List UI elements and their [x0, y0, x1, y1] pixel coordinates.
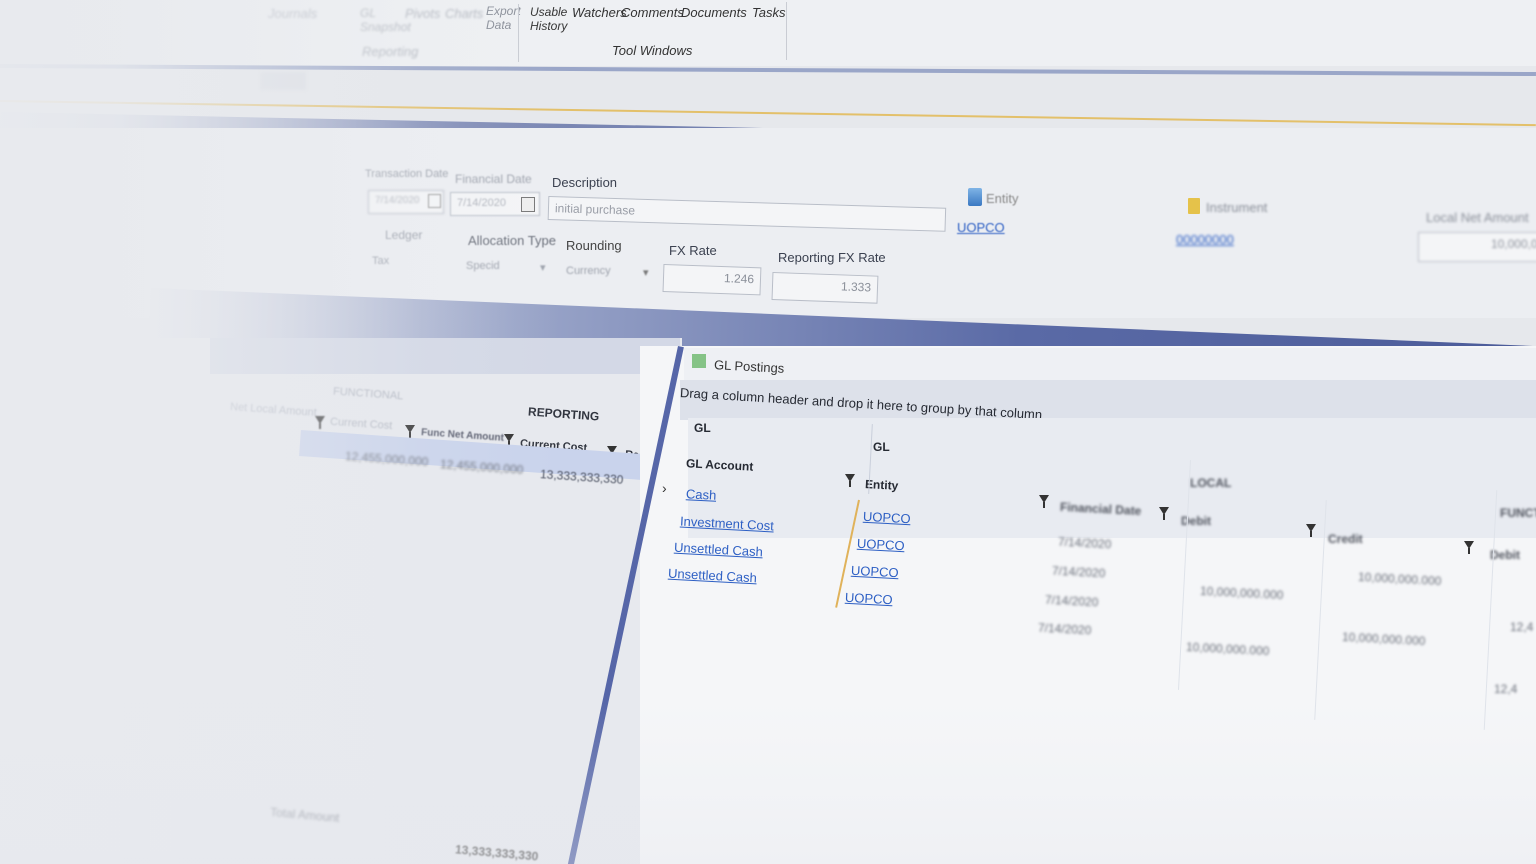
- entity-link[interactable]: UOPCO: [957, 220, 1005, 235]
- transaction-date-label: Transaction Date: [365, 168, 449, 180]
- ribbon-group-tool-windows-label: Tool Windows: [612, 43, 693, 58]
- rounding-label: Rounding: [566, 238, 622, 253]
- ribbon-button-tasks[interactable]: Tasks: [752, 5, 785, 20]
- band-gl-2: GL: [873, 440, 890, 454]
- local-net-amount-label: Local Net Amount: [1426, 210, 1529, 225]
- reporting-fx-rate-field[interactable]: 1.333: [771, 272, 879, 304]
- local-net-amount-field[interactable]: 10,000,000: [1418, 232, 1536, 262]
- filter-icon[interactable]: [1159, 507, 1169, 520]
- ribbon: Journals GL Snapshot Pivots Charts Expor…: [0, 0, 1536, 66]
- fx-rate-field[interactable]: 1.246: [662, 264, 762, 296]
- left-grid-panel: [150, 338, 682, 864]
- fx-rate-label: FX Rate: [669, 243, 717, 258]
- reporting-fx-rate-label: Reporting FX Rate: [778, 250, 886, 265]
- ledger-select[interactable]: Tax: [372, 255, 389, 267]
- band-gl-1: GL: [694, 421, 711, 435]
- row-entity-link[interactable]: UOPCO: [857, 536, 905, 553]
- band-functional: FUNCT: [1500, 506, 1536, 520]
- ledger-label: Ledger: [385, 228, 423, 242]
- chevron-down-icon[interactable]: ▾: [643, 266, 649, 279]
- application-window: Journals GL Snapshot Pivots Charts Expor…: [0, 0, 1536, 864]
- entity-icon: [968, 188, 982, 206]
- entity-label: Entity: [986, 191, 1019, 206]
- financial-date-label: Financial Date: [455, 172, 532, 186]
- instrument-icon: [1188, 198, 1200, 214]
- description-label: Description: [552, 175, 618, 190]
- left-grid-header: [210, 338, 680, 374]
- ribbon-button-watchers[interactable]: Watchers: [572, 5, 627, 20]
- filter-icon[interactable]: [1464, 541, 1474, 554]
- ribbon-button-export-data[interactable]: Export Data: [486, 4, 522, 32]
- ribbon-button-comments[interactable]: Comments: [621, 5, 684, 20]
- column-header-credit[interactable]: Credit: [1328, 532, 1363, 546]
- ribbon-button-journals[interactable]: Journals: [268, 6, 317, 21]
- ribbon-group-reporting-label: Reporting: [362, 44, 419, 59]
- ribbon-separator: [518, 4, 519, 62]
- filter-icon[interactable]: [405, 425, 415, 438]
- screen: Journals GL Snapshot Pivots Charts Expor…: [0, 0, 1536, 864]
- row-financial-date: 7/14/2020: [1051, 563, 1106, 581]
- row-func-debit: 12,4: [1494, 682, 1518, 696]
- filter-icon[interactable]: [1039, 495, 1049, 508]
- row-entity-link[interactable]: UOPCO: [863, 509, 911, 526]
- ribbon-button-usable-history[interactable]: Usable History: [530, 5, 570, 33]
- column-header-func-debit[interactable]: Debit: [1490, 548, 1520, 562]
- row-financial-date: 7/14/2020: [1057, 534, 1112, 552]
- filter-icon[interactable]: [504, 434, 514, 447]
- chevron-down-icon[interactable]: ▾: [540, 261, 546, 274]
- ribbon-button-pivots[interactable]: Pivots: [405, 6, 440, 21]
- allocation-type-label: Allocation Type: [468, 233, 556, 248]
- ribbon-separator: [786, 2, 787, 60]
- calendar-icon[interactable]: [428, 194, 441, 208]
- row-func-debit: 12,4: [1510, 620, 1534, 634]
- row-entity-link[interactable]: UOPCO: [851, 563, 899, 580]
- grid-header-area: [688, 418, 1536, 538]
- calendar-icon[interactable]: [521, 197, 535, 212]
- allocation-type-select[interactable]: Specid: [466, 260, 500, 272]
- row-entity-link[interactable]: UOPCO: [845, 590, 893, 607]
- row-financial-date: 7/14/2020: [1044, 592, 1099, 610]
- filter-icon[interactable]: [315, 416, 325, 429]
- band-local: LOCAL: [1190, 476, 1232, 490]
- instrument-label: Instrument: [1206, 200, 1268, 215]
- gl-postings-icon: [692, 354, 706, 368]
- column-header-debit[interactable]: Debit: [1181, 514, 1211, 528]
- ribbon-button-gl-snapshot[interactable]: GL Snapshot: [360, 6, 411, 34]
- rounding-select[interactable]: Currency: [566, 265, 611, 277]
- row-financial-date: 7/14/2020: [1037, 620, 1092, 638]
- instrument-link[interactable]: 00000000: [1176, 232, 1234, 247]
- chevron-right-icon[interactable]: ›: [662, 480, 667, 496]
- gl-postings-titlebar: [684, 348, 1536, 380]
- filter-icon[interactable]: [1306, 524, 1316, 537]
- toolbar-button[interactable]: [260, 72, 306, 90]
- ribbon-button-charts[interactable]: Charts: [445, 6, 483, 21]
- filter-icon[interactable]: [845, 474, 855, 487]
- row-gl-account-link[interactable]: Cash: [686, 486, 717, 503]
- ribbon-button-documents[interactable]: Documents: [681, 5, 747, 20]
